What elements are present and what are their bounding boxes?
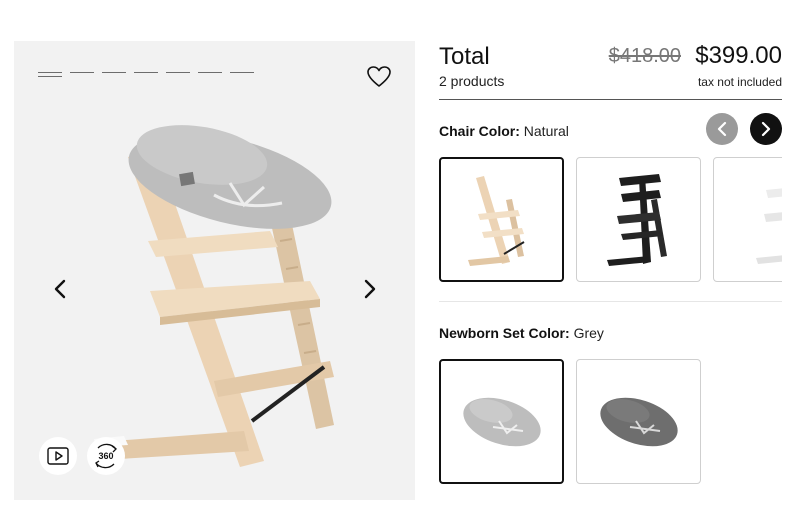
grey-newborn-set-thumbnail xyxy=(462,397,541,446)
chair-color-option-natural[interactable] xyxy=(439,157,564,282)
view-360-label: 360 xyxy=(98,451,114,461)
chair-color-label: Chair Color: Natural xyxy=(439,123,569,139)
chair-color-options xyxy=(439,157,782,283)
product-count: 2 products xyxy=(439,73,505,89)
newborn-color-heading: Newborn Set Color: xyxy=(439,325,570,341)
newborn-color-label: Newborn Set Color: Grey xyxy=(439,325,604,341)
newborn-color-options xyxy=(439,359,782,485)
slide-indicator-1[interactable] xyxy=(38,72,62,77)
slide-indicator-4[interactable] xyxy=(134,72,158,73)
chevron-right-icon xyxy=(364,279,376,299)
chair-color-option-black[interactable] xyxy=(576,157,701,282)
options-divider xyxy=(439,301,782,302)
natural-chair-thumbnail xyxy=(467,175,525,266)
gallery-prev-button[interactable] xyxy=(47,275,73,303)
sale-price: $399.00 xyxy=(695,42,782,69)
total-title: Total xyxy=(439,43,490,70)
white-chair-thumbnail xyxy=(755,187,782,264)
chair-color-option-white[interactable] xyxy=(713,157,782,282)
slide-indicator-3[interactable] xyxy=(102,72,126,73)
chevron-left-icon xyxy=(717,121,727,137)
chair-color-value: Natural xyxy=(523,123,569,139)
tax-note: tax not included xyxy=(697,75,782,89)
product-image xyxy=(94,125,334,467)
slide-indicators xyxy=(38,72,254,77)
heart-icon xyxy=(367,66,391,87)
chair-colors-prev-button[interactable] xyxy=(706,113,738,145)
favorite-button[interactable] xyxy=(366,65,392,89)
chevron-left-icon xyxy=(54,279,66,299)
gallery-next-button[interactable] xyxy=(357,275,383,303)
chevron-right-icon xyxy=(761,121,771,137)
slide-indicator-2[interactable] xyxy=(70,72,94,73)
product-gallery: 360 xyxy=(14,41,415,500)
view-360-button[interactable]: 360 xyxy=(87,437,125,475)
newborn-color-option-grey[interactable] xyxy=(439,359,564,484)
play-video-icon xyxy=(47,447,69,465)
chair-color-heading: Chair Color: xyxy=(439,123,520,139)
chair-colors-next-button[interactable] xyxy=(750,113,782,145)
play-video-button[interactable] xyxy=(39,437,77,475)
black-chair-thumbnail xyxy=(606,173,667,266)
slide-indicator-7[interactable] xyxy=(230,72,254,73)
slide-indicator-6[interactable] xyxy=(198,72,222,73)
newborn-color-option-dark-grey[interactable] xyxy=(576,359,701,484)
original-price: $418.00 xyxy=(608,45,681,67)
summary-divider xyxy=(439,99,782,100)
newborn-color-value: Grey xyxy=(573,325,604,341)
dark-grey-newborn-set-thumbnail xyxy=(599,397,678,446)
slide-indicator-5[interactable] xyxy=(166,72,190,73)
